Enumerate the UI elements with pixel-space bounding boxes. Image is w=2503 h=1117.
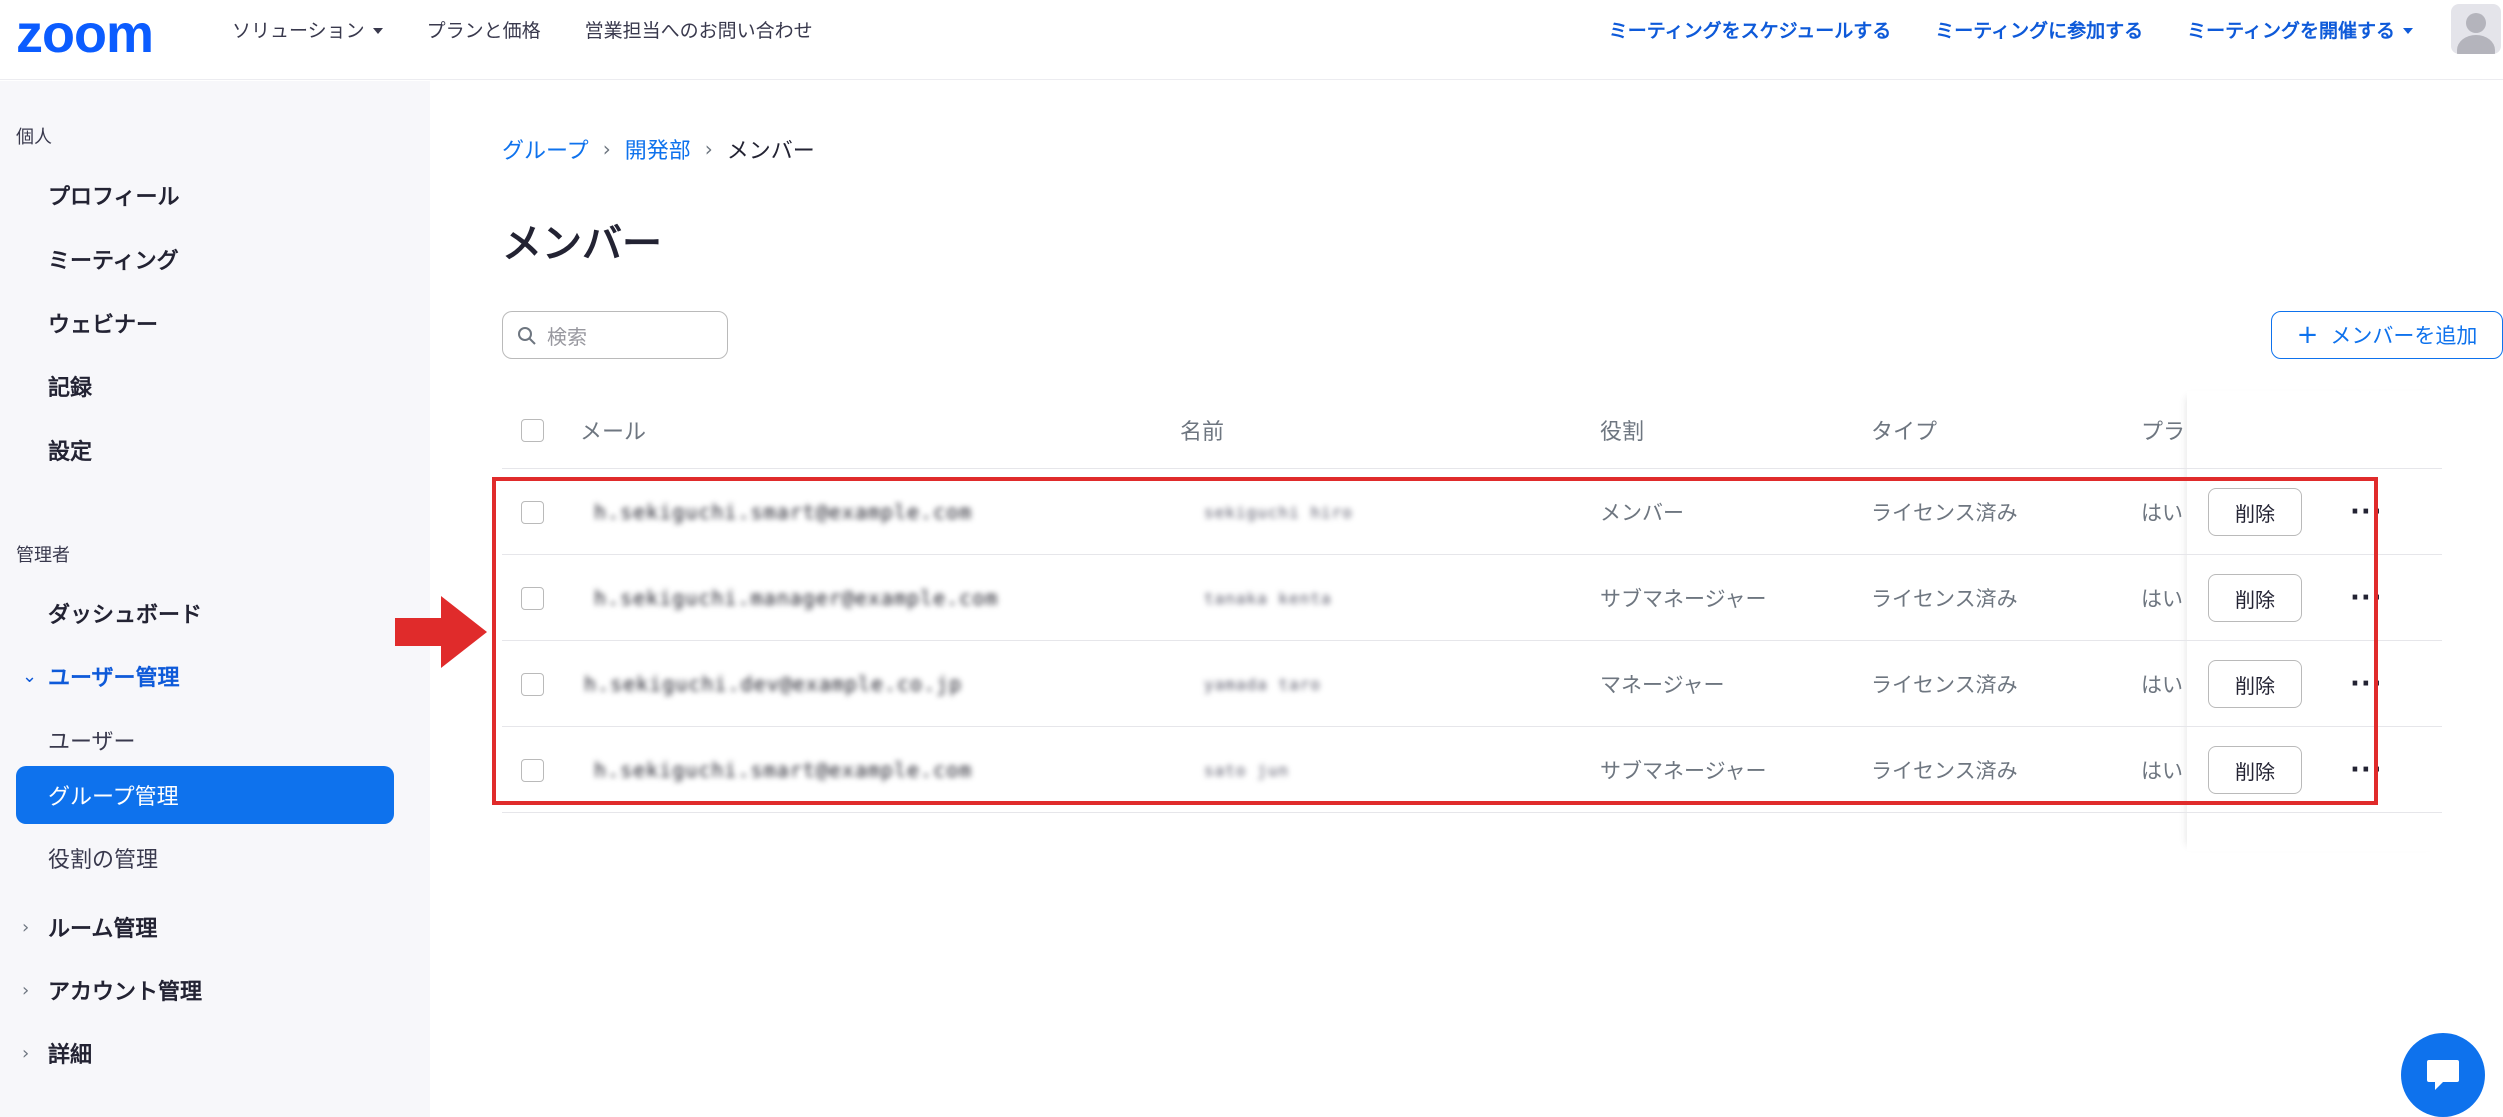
arrow-right-icon: [395, 596, 487, 668]
nav-left-menu: ソリューション プランと価格 営業担当へのお問い合わせ: [232, 0, 813, 58]
nav-right-menu: ミーティングをスケジュールする ミーティングに参加する ミーティングを開催する: [1609, 0, 2413, 58]
chevron-right-icon: ›: [22, 916, 30, 938]
breadcrumb: グループ › 開発部 › メンバー: [502, 133, 815, 165]
add-member-button[interactable]: + メンバーを追加: [2271, 311, 2503, 359]
breadcrumb-groups[interactable]: グループ: [502, 133, 589, 165]
plus-icon: +: [2296, 320, 2319, 350]
sidebar-item-group-management[interactable]: グループ管理: [16, 766, 394, 824]
sidebar-item-role-management[interactable]: 役割の管理: [16, 829, 394, 887]
chevron-down-icon: [2403, 28, 2413, 34]
nav-join-meeting[interactable]: ミーティングに参加する: [1935, 16, 2143, 43]
search-icon: [518, 327, 536, 345]
annotation-highlight-box: [492, 477, 2378, 805]
sidebar-heading-personal: 個人: [16, 127, 52, 148]
chevron-right-icon: ›: [704, 137, 713, 161]
select-all-checkbox[interactable]: [521, 391, 544, 469]
sidebar-item-user-management-label: ユーザー管理: [48, 666, 180, 691]
sidebar-item-account-management-label: アカウント管理: [48, 980, 203, 1005]
chevron-right-icon: ›: [602, 137, 611, 161]
nav-contact-sales[interactable]: 営業担当へのお問い合わせ: [585, 16, 813, 43]
top-navigation: zoom ソリューション プランと価格 営業担当へのお問い合わせ ミーティングを…: [0, 0, 2503, 80]
add-member-label: メンバーを追加: [2330, 324, 2478, 348]
sidebar-item-user-management[interactable]: ⌄ ユーザー管理: [16, 647, 394, 705]
sidebar-item-webinars[interactable]: ウェビナー: [16, 294, 394, 352]
sidebar-item-recordings[interactable]: 記録: [16, 357, 394, 415]
nav-plans-pricing[interactable]: プランと価格: [427, 16, 541, 43]
chevron-right-icon: ›: [22, 1042, 30, 1064]
chat-button[interactable]: [2401, 1033, 2485, 1117]
sidebar-item-profile[interactable]: プロフィール: [16, 166, 394, 224]
header-plan[interactable]: プラ: [2141, 391, 2193, 469]
sidebar-heading-admin: 管理者: [16, 545, 70, 566]
zoom-logo[interactable]: zoom: [16, 4, 154, 64]
user-avatar-icon[interactable]: [2451, 4, 2501, 54]
header-name[interactable]: 名前: [1180, 391, 1224, 469]
chevron-down-icon: [372, 28, 383, 34]
search-placeholder: 検索: [547, 324, 587, 349]
header-type[interactable]: タイプ: [1871, 391, 1937, 469]
header-email[interactable]: メール: [580, 391, 646, 469]
nav-host-meeting-label: ミーティングを開催する: [2187, 19, 2395, 42]
nav-host-meeting[interactable]: ミーティングを開催する: [2187, 16, 2413, 43]
sidebar-item-advanced-label: 詳細: [48, 1043, 93, 1068]
sidebar-item-advanced[interactable]: › 詳細: [16, 1024, 394, 1082]
table-header: メール 名前 役割 タイプ プラ: [502, 391, 2442, 469]
sidebar-item-meetings[interactable]: ミーティング: [16, 230, 394, 288]
nav-solutions[interactable]: ソリューション: [232, 16, 383, 43]
chevron-right-icon: ›: [22, 979, 30, 1001]
sidebar-item-room-management[interactable]: › ルーム管理: [16, 898, 394, 956]
breadcrumb-current: メンバー: [726, 139, 815, 164]
sidebar-item-dashboard[interactable]: ダッシュボード: [16, 584, 394, 642]
breadcrumb-dev-dept[interactable]: 開発部: [625, 133, 691, 165]
sidebar-item-account-management[interactable]: › アカウント管理: [16, 961, 394, 1019]
sidebar-item-room-management-label: ルーム管理: [48, 917, 158, 942]
header-role[interactable]: 役割: [1600, 391, 1644, 469]
sidebar: 個人 プロフィール ミーティング ウェビナー 記録 設定 管理者 ダッシュボード…: [0, 81, 430, 1117]
sidebar-item-settings[interactable]: 設定: [16, 421, 394, 479]
chat-bubble-icon: [2427, 1060, 2459, 1090]
nav-solutions-label: ソリューション: [232, 19, 365, 42]
search-input[interactable]: 検索: [502, 311, 728, 359]
sidebar-item-users[interactable]: ユーザー: [16, 711, 394, 769]
page-title: メンバー: [502, 221, 662, 267]
nav-schedule-meeting[interactable]: ミーティングをスケジュールする: [1609, 16, 1892, 43]
chevron-down-icon: ⌄: [22, 665, 38, 687]
